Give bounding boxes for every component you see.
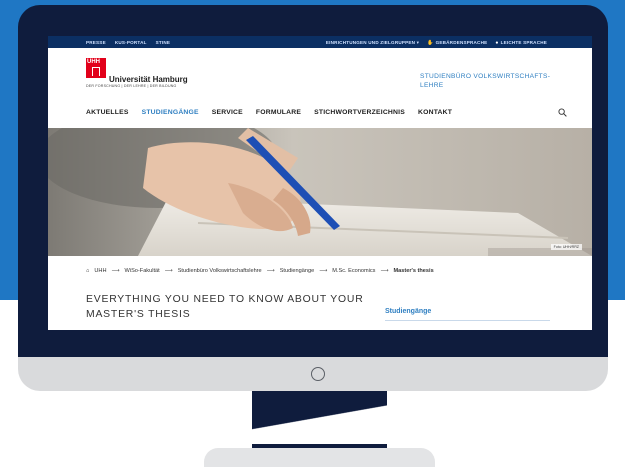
arrow-right-icon: ⟶: [319, 268, 328, 274]
nav-item-studiengaenge[interactable]: STUDIENGÄNGE: [142, 109, 199, 116]
office-name[interactable]: STUDIENBÜRO VOLKSWIRTSCHAFTS-LEHRE: [420, 72, 560, 90]
writing-hand-photo: [48, 128, 592, 256]
breadcrumb-current: Master's thesis: [393, 268, 434, 274]
sidebar-title[interactable]: Studiengänge: [385, 308, 431, 315]
photo-credit: Foto: UHH/RRZ: [550, 244, 582, 250]
topbar-link-presse[interactable]: PRESSE: [86, 40, 106, 45]
search-icon[interactable]: [558, 108, 567, 117]
breadcrumb-item[interactable]: Studiengänge: [280, 268, 315, 274]
power-button-icon: [311, 367, 325, 381]
gebaerdensprache-label: GEBÄRDENSPRACHE: [435, 39, 488, 45]
university-name[interactable]: Universität Hamburg: [109, 75, 188, 84]
monitor-stand: [252, 391, 387, 446]
sidebar-divider: [385, 320, 550, 321]
arrow-right-icon: ⟶: [266, 268, 275, 274]
arrow-right-icon: ⟶: [111, 268, 120, 274]
logo-mark: UHH: [87, 59, 100, 65]
arrow-right-icon: ⟶: [380, 268, 389, 274]
breadcrumb-item[interactable]: Studienbüro Volkswirtschaftslehre: [178, 268, 262, 274]
nav-item-aktuelles[interactable]: AKTUELLES: [86, 109, 129, 116]
topbar-link-stine[interactable]: STINE: [156, 40, 171, 45]
breadcrumb-item[interactable]: M.Sc. Economics: [332, 268, 375, 274]
arrow-right-icon: ⟶: [164, 268, 173, 274]
leichte-sprache-label: LEICHTE SPRACHE: [500, 39, 547, 45]
sign-language-icon: ✋: [427, 39, 434, 46]
main-navigation: AKTUELLES STUDIENGÄNGE SERVICE FORMULARE…: [86, 109, 452, 116]
nav-item-formulare[interactable]: FORMULARE: [256, 109, 301, 116]
nav-item-kontakt[interactable]: KONTAKT: [418, 109, 452, 116]
topbar-link-einrichtungen[interactable]: EINRICHTUNGEN UND ZIELGRUPPEN ▾: [326, 40, 419, 46]
university-tagline: DER FORSCHUNG | DER LEHRE | DER BILDUNG: [86, 84, 177, 88]
topbar-link-kus-portal[interactable]: KUS-PORTAL: [115, 40, 147, 45]
topbar-link-leichte-sprache[interactable]: ● LEICHTE SPRACHE: [495, 40, 547, 46]
logo-gate-icon: [92, 67, 100, 76]
page-title: EVERYTHING YOU NEED TO KNOW ABOUT YOUR M…: [86, 294, 364, 320]
screen: PRESSE KUS-PORTAL STINE EINRICHTUNGEN UN…: [48, 36, 592, 330]
hero-image: Foto: UHH/RRZ: [48, 128, 592, 256]
breadcrumb-home[interactable]: UHH: [94, 268, 106, 274]
service-bar: PRESSE KUS-PORTAL STINE EINRICHTUNGEN UN…: [48, 36, 592, 48]
breadcrumb: ⌂ UHH ⟶ WiSo-Fakultät ⟶ Studienbüro Volk…: [86, 268, 434, 274]
nav-item-service[interactable]: SERVICE: [212, 109, 243, 116]
topbar-link-gebaerdensprache[interactable]: ✋ GEBÄRDENSPRACHE: [427, 40, 487, 46]
nav-item-stichwortverzeichnis[interactable]: STICHWORTVERZEICHNIS: [314, 109, 405, 116]
easy-language-icon: ●: [495, 39, 499, 46]
home-icon[interactable]: ⌂: [86, 268, 89, 274]
breadcrumb-item[interactable]: WiSo-Fakultät: [125, 268, 160, 274]
uhh-logo[interactable]: UHH: [86, 58, 106, 78]
monitor-base: [204, 448, 435, 467]
